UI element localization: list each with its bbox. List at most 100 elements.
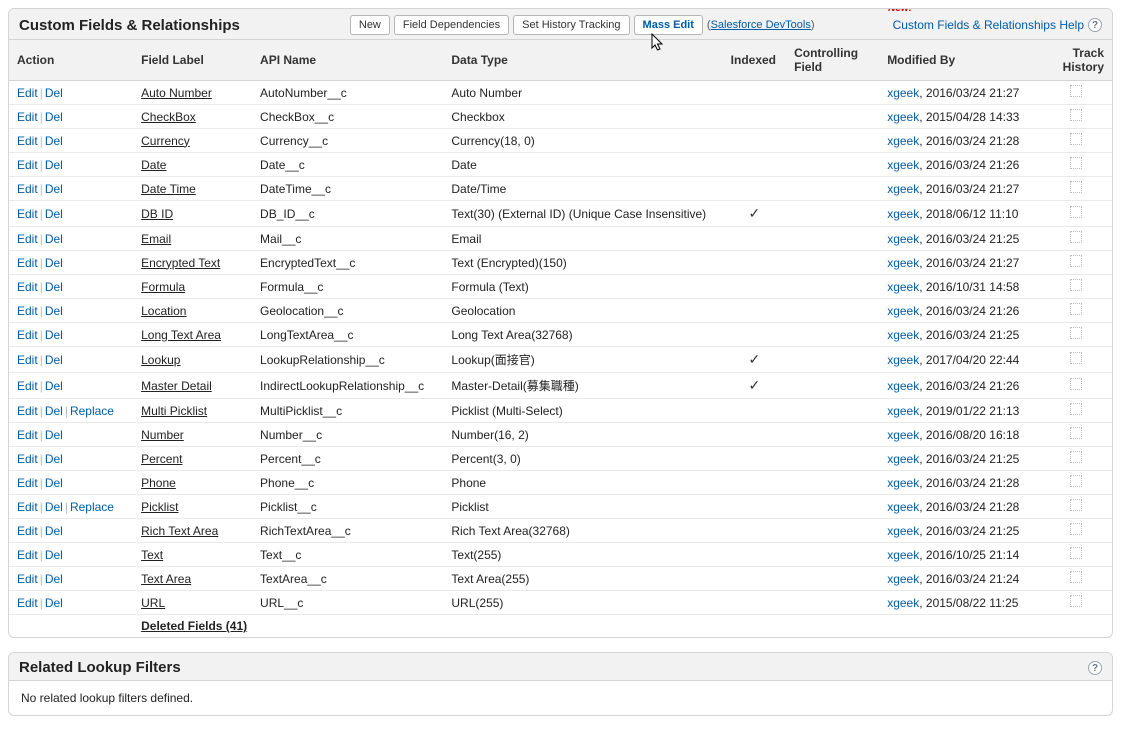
del-link[interactable]: Del <box>45 379 63 393</box>
del-link[interactable]: Del <box>45 232 63 246</box>
user-link[interactable]: xgeek <box>887 110 919 124</box>
field-label-link[interactable]: Currency <box>141 134 190 148</box>
del-link[interactable]: Del <box>45 596 63 610</box>
edit-link[interactable]: Edit <box>17 428 38 442</box>
field-label-link[interactable]: Email <box>141 232 171 246</box>
track-history-checkbox[interactable] <box>1070 133 1082 145</box>
del-link[interactable]: Del <box>45 548 63 562</box>
del-link[interactable]: Del <box>45 134 63 148</box>
track-history-checkbox[interactable] <box>1070 595 1082 607</box>
del-link[interactable]: Del <box>45 476 63 490</box>
user-link[interactable]: xgeek <box>887 182 919 196</box>
track-history-checkbox[interactable] <box>1070 327 1082 339</box>
edit-link[interactable]: Edit <box>17 158 38 172</box>
del-link[interactable]: Del <box>45 280 63 294</box>
field-label-link[interactable]: Multi Picklist <box>141 404 207 418</box>
user-link[interactable]: xgeek <box>887 476 919 490</box>
field-label-link[interactable]: Formula <box>141 280 185 294</box>
track-history-checkbox[interactable] <box>1070 231 1082 243</box>
devtools-link[interactable]: Salesforce DevTools <box>711 19 811 31</box>
del-link[interactable]: Del <box>45 572 63 586</box>
edit-link[interactable]: Edit <box>17 86 38 100</box>
field-label-link[interactable]: Rich Text Area <box>141 524 218 538</box>
track-history-checkbox[interactable] <box>1070 378 1082 390</box>
help-link[interactable]: Custom Fields & Relationships Help <box>893 18 1084 32</box>
edit-link[interactable]: Edit <box>17 304 38 318</box>
track-history-checkbox[interactable] <box>1070 403 1082 415</box>
user-link[interactable]: xgeek <box>887 428 919 442</box>
user-link[interactable]: xgeek <box>887 596 919 610</box>
track-history-checkbox[interactable] <box>1070 157 1082 169</box>
track-history-checkbox[interactable] <box>1070 279 1082 291</box>
user-link[interactable]: xgeek <box>887 500 919 514</box>
track-history-checkbox[interactable] <box>1070 181 1082 193</box>
del-link[interactable]: Del <box>45 452 63 466</box>
del-link[interactable]: Del <box>45 404 63 418</box>
track-history-checkbox[interactable] <box>1070 427 1082 439</box>
track-history-checkbox[interactable] <box>1070 303 1082 315</box>
field-label-link[interactable]: Date <box>141 158 166 172</box>
field-label-link[interactable]: CheckBox <box>141 110 196 124</box>
field-label-link[interactable]: Phone <box>141 476 176 490</box>
del-link[interactable]: Del <box>45 328 63 342</box>
field-label-link[interactable]: Number <box>141 428 184 442</box>
edit-link[interactable]: Edit <box>17 280 38 294</box>
track-history-checkbox[interactable] <box>1070 571 1082 583</box>
del-link[interactable]: Del <box>45 353 63 367</box>
set-history-tracking-button[interactable]: Set History Tracking <box>513 15 629 35</box>
track-history-checkbox[interactable] <box>1070 499 1082 511</box>
user-link[interactable]: xgeek <box>887 232 919 246</box>
user-link[interactable]: xgeek <box>887 548 919 562</box>
user-link[interactable]: xgeek <box>887 158 919 172</box>
track-history-checkbox[interactable] <box>1070 85 1082 97</box>
user-link[interactable]: xgeek <box>887 572 919 586</box>
field-label-link[interactable]: Auto Number <box>141 86 212 100</box>
del-link[interactable]: Del <box>45 207 63 221</box>
field-label-link[interactable]: Date Time <box>141 182 196 196</box>
field-label-link[interactable]: URL <box>141 596 165 610</box>
del-link[interactable]: Del <box>45 524 63 538</box>
help-icon[interactable]: ? <box>1088 18 1102 32</box>
track-history-checkbox[interactable] <box>1070 255 1082 267</box>
del-link[interactable]: Del <box>45 256 63 270</box>
edit-link[interactable]: Edit <box>17 256 38 270</box>
help-icon[interactable]: ? <box>1088 661 1102 675</box>
edit-link[interactable]: Edit <box>17 232 38 246</box>
edit-link[interactable]: Edit <box>17 572 38 586</box>
edit-link[interactable]: Edit <box>17 548 38 562</box>
edit-link[interactable]: Edit <box>17 207 38 221</box>
edit-link[interactable]: Edit <box>17 500 38 514</box>
track-history-checkbox[interactable] <box>1070 109 1082 121</box>
edit-link[interactable]: Edit <box>17 328 38 342</box>
field-label-link[interactable]: DB ID <box>141 207 173 221</box>
field-label-link[interactable]: Percent <box>141 452 182 466</box>
user-link[interactable]: xgeek <box>887 304 919 318</box>
user-link[interactable]: xgeek <box>887 207 919 221</box>
edit-link[interactable]: Edit <box>17 524 38 538</box>
user-link[interactable]: xgeek <box>887 379 919 393</box>
track-history-checkbox[interactable] <box>1070 523 1082 535</box>
field-label-link[interactable]: Text Area <box>141 572 191 586</box>
del-link[interactable]: Del <box>45 158 63 172</box>
user-link[interactable]: xgeek <box>887 86 919 100</box>
replace-link[interactable]: Replace <box>70 500 114 514</box>
user-link[interactable]: xgeek <box>887 256 919 270</box>
edit-link[interactable]: Edit <box>17 134 38 148</box>
mass-edit-button[interactable]: Mass Edit <box>634 15 703 35</box>
field-label-link[interactable]: Encrypted Text <box>141 256 220 270</box>
field-label-link[interactable]: Picklist <box>141 500 178 514</box>
del-link[interactable]: Del <box>45 86 63 100</box>
field-label-link[interactable]: Master Detail <box>141 379 212 393</box>
user-link[interactable]: xgeek <box>887 452 919 466</box>
edit-link[interactable]: Edit <box>17 110 38 124</box>
new-button[interactable]: New <box>350 15 390 35</box>
del-link[interactable]: Del <box>45 182 63 196</box>
user-link[interactable]: xgeek <box>887 134 919 148</box>
edit-link[interactable]: Edit <box>17 596 38 610</box>
user-link[interactable]: xgeek <box>887 353 919 367</box>
edit-link[interactable]: Edit <box>17 182 38 196</box>
del-link[interactable]: Del <box>45 304 63 318</box>
field-label-link[interactable]: Location <box>141 304 186 318</box>
field-label-link[interactable]: Text <box>141 548 163 562</box>
replace-link[interactable]: Replace <box>70 404 114 418</box>
